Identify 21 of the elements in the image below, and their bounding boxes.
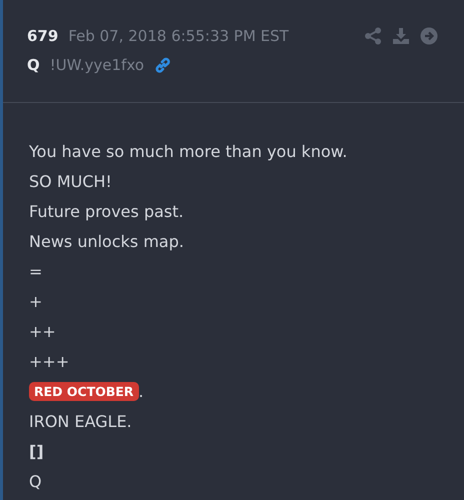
tripcode: !UW.yye1fxo [50,56,144,74]
link-icon[interactable] [154,56,172,74]
post-text: + [29,292,42,310]
post-text: [] [29,442,44,460]
post-text: +++ [29,352,70,370]
post-text: News unlocks map. [29,232,184,250]
post-text: SO MUCH! [29,172,112,190]
post-text: = [29,262,42,280]
post-text: You have so much more than you know. [29,142,348,160]
author-name: Q [27,56,40,74]
post-number: 679 [27,27,58,45]
post-timestamp: Feb 07, 2018 6:55:33 PM EST [68,27,289,45]
share-icon[interactable] [364,27,382,45]
arrow-right-icon[interactable] [420,27,438,45]
post-text: Q [29,472,42,490]
download-icon[interactable] [392,27,410,45]
tag-label: RED OCTOBER [29,382,139,400]
post-text: . [138,382,144,400]
post-text: Future proves past. [29,202,184,220]
post-text: IRON EAGLE. [29,412,132,430]
post-text: ++ [29,322,56,340]
